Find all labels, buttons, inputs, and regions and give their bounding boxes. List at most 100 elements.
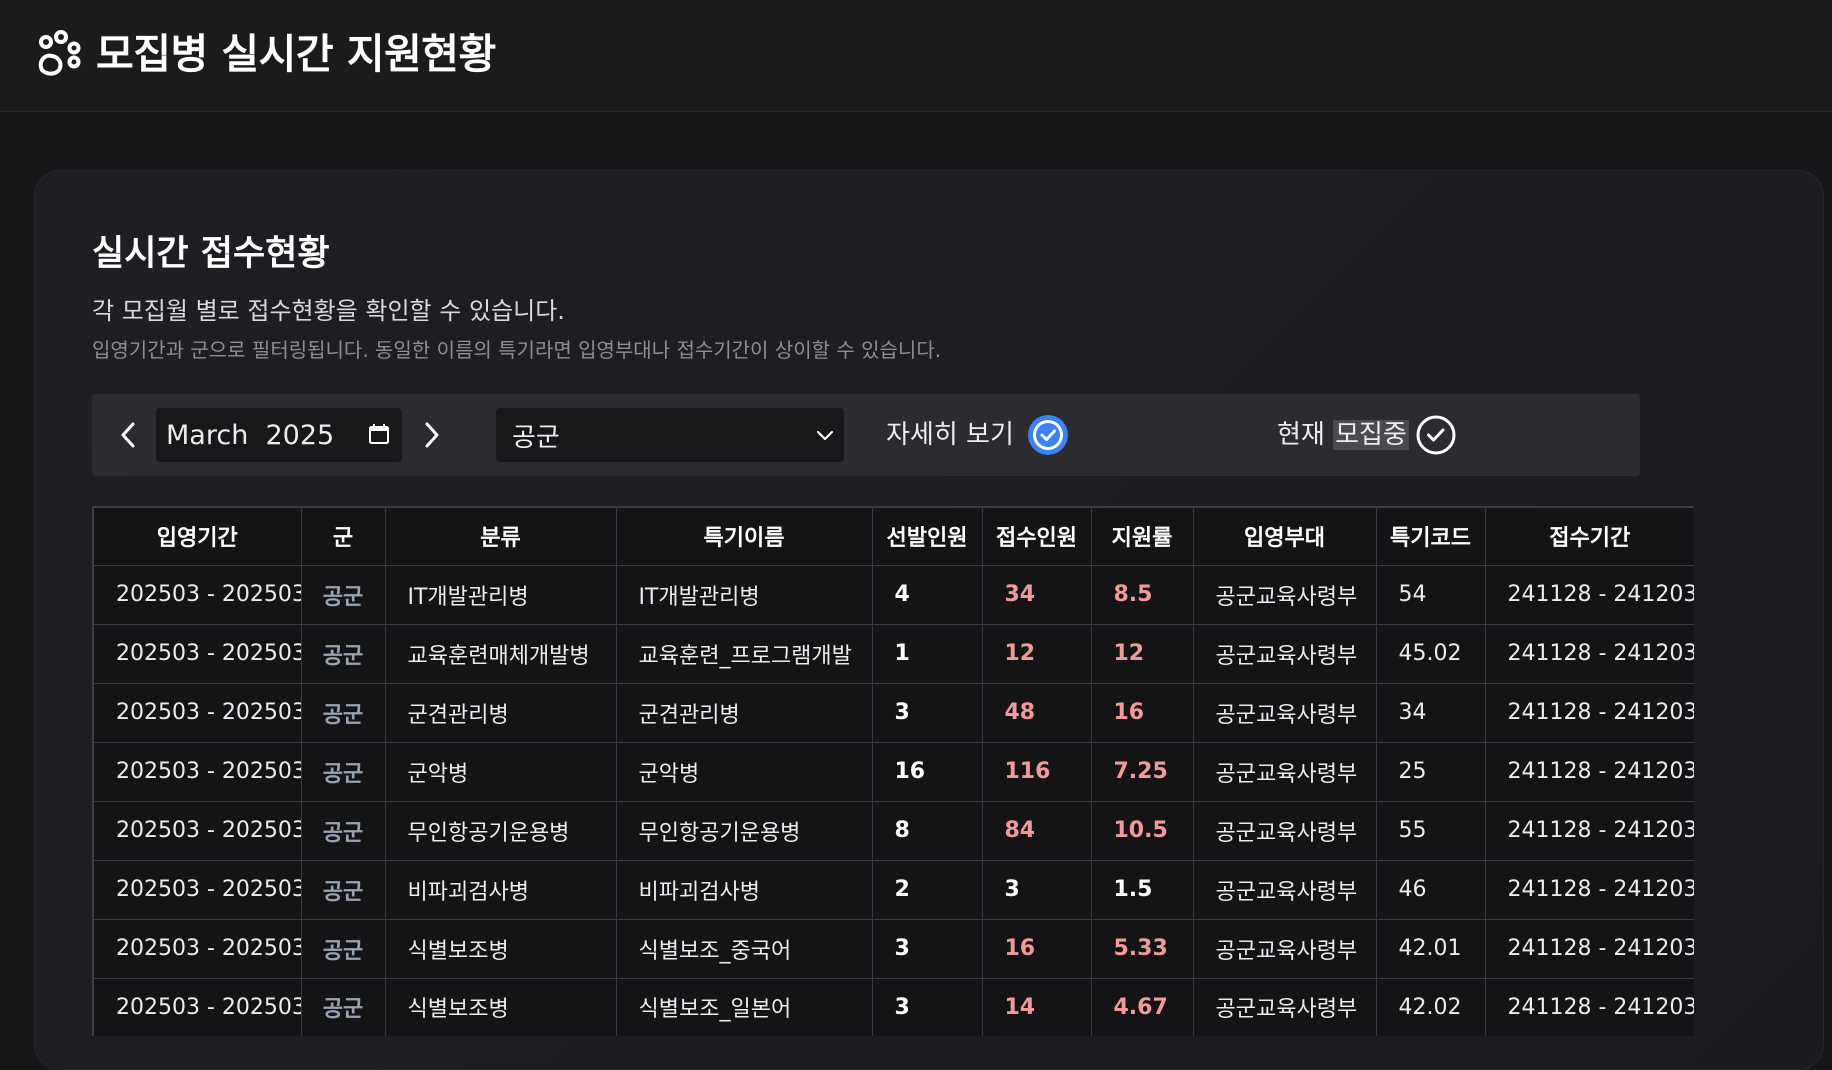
now-label-highlight: 모집중 [1333,420,1409,450]
month-input[interactable]: March 2025 [156,408,402,462]
column-header-specialty-name[interactable]: 특기이름 [615,506,873,566]
cell-specialty-name: 무인항공기운용병 [615,800,873,861]
cell-rate: 10.5 [1090,800,1194,861]
column-header-code[interactable]: 특기코드 [1375,506,1486,566]
cell-period: 202503 - 202503 [92,564,302,625]
cell-code: 46 [1375,859,1486,920]
cell-period: 202503 - 202503 [92,623,302,684]
cell-quota: 3 [871,918,983,979]
cell-specialty-name: 교육훈련_프로그램개발 [615,623,873,684]
next-month-button[interactable] [410,394,454,476]
column-header-applicants[interactable]: 접수인원 [981,506,1092,566]
cell-rate: 8.5 [1090,564,1194,625]
column-header-category[interactable]: 분류 [384,506,617,566]
cell-branch: 공군 [300,918,386,979]
table-row[interactable]: 202503 - 202503 공군 군악병 군악병 16 116 7.25 공군교육사령부 2… [92,741,1694,802]
cell-period: 202503 - 202503 [92,977,302,1036]
cell-specialty-name: IT개발관리병 [615,564,873,625]
column-header-rate[interactable]: 지원률 [1090,506,1194,566]
cell-unit: 공군교육사령부 [1192,859,1377,920]
cell-specialty-name: 군견관리병 [615,682,873,743]
branch-select[interactable]: 공군 [496,408,844,462]
cell-specialty-name: 식별보조_일본어 [615,977,873,1036]
cell-branch: 공군 [300,682,386,743]
cell-applicants: 14 [981,977,1092,1036]
cell-code: 42.01 [1375,918,1486,979]
cell-unit: 공군교육사령부 [1192,977,1377,1036]
cell-period: 202503 - 202503 [92,741,302,802]
cell-specialty-name: 군악병 [615,741,873,802]
cell-rate: 7.25 [1090,741,1194,802]
cell-applicants: 34 [981,564,1092,625]
cell-apply-period: 241128 - 241203 [1484,564,1694,625]
cell-category: 식별보조병 [384,977,617,1036]
table-row[interactable]: 202503 - 202503 공군 식별보조병 식별보조_일본어 3 14 4.67 공군교… [92,977,1694,1036]
cell-specialty-name: 비파괴검사병 [615,859,873,920]
cell-category: IT개발관리병 [384,564,617,625]
cell-apply-period: 241128 - 241203 [1484,741,1694,802]
chevron-right-icon [425,422,439,448]
cell-applicants: 16 [981,918,1092,979]
paw-icon [38,30,81,76]
column-header-unit[interactable]: 입영부대 [1192,506,1377,566]
cell-apply-period: 241128 - 241203 [1484,623,1694,684]
recruitment-table: 입영기간 군 분류 특기이름 선발인원 접수인원 지원률 입영부대 특기코드 접… [92,506,1694,1036]
cell-period: 202503 - 202503 [92,859,302,920]
table-row[interactable]: 202503 - 202503 공군 비파괴검사병 비파괴검사병 2 3 1.5 공군교육사령… [92,859,1694,920]
cell-code: 45.02 [1375,623,1486,684]
table-row[interactable]: 202503 - 202503 공군 무인항공기운용병 무인항공기운용병 8 84 10.5… [92,800,1694,861]
cell-applicants: 116 [981,741,1092,802]
cell-period: 202503 - 202503 [92,918,302,979]
cell-period: 202503 - 202503 [92,682,302,743]
cell-code: 42.02 [1375,977,1486,1036]
cell-applicants: 84 [981,800,1092,861]
cell-code: 54 [1375,564,1486,625]
cell-rate: 5.33 [1090,918,1194,979]
column-header-apply-period[interactable]: 접수기간 [1484,506,1694,566]
cell-apply-period: 241128 - 241203 [1484,682,1694,743]
detail-view-checkbox[interactable] [1026,413,1070,457]
cell-quota: 1 [871,623,983,684]
section-description: 각 모집월 별로 접수현황을 확인할 수 있습니다. [92,297,565,325]
cell-category: 교육훈련매체개발병 [384,623,617,684]
cell-apply-period: 241128 - 241203 [1484,800,1694,861]
column-header-branch[interactable]: 군 [300,506,386,566]
table-row[interactable]: 202503 - 202503 공군 식별보조병 식별보조_중국어 3 16 5.33 공군교… [92,918,1694,979]
chevron-down-icon [816,430,834,441]
cell-unit: 공군교육사령부 [1192,623,1377,684]
cell-unit: 공군교육사령부 [1192,918,1377,979]
cell-quota: 3 [871,977,983,1036]
cell-quota: 4 [871,564,983,625]
section-subdescription: 입영기간과 군으로 필터링됩니다. 동일한 이름의 특기라면 입영부대나 접수기… [92,338,942,362]
table-row[interactable]: 202503 - 202503 공군 교육훈련매체개발병 교육훈련_프로그램개발 1 12… [92,623,1694,684]
cell-rate: 16 [1090,682,1194,743]
table-row[interactable]: 202503 - 202503 공군 군견관리병 군견관리병 3 48 16 공군교육사령부 3… [92,682,1694,743]
prev-month-button[interactable] [106,394,150,476]
recruitment-table-container: 입영기간 군 분류 특기이름 선발인원 접수인원 지원률 입영부대 특기코드 접… [92,506,1694,1036]
cell-quota: 16 [871,741,983,802]
cell-category: 무인항공기운용병 [384,800,617,861]
filter-bar: March 2025 공군 자세히 보기 현재 모집중 [92,394,1640,476]
table-row[interactable]: 202503 - 202503 공군 IT개발관리병 IT개발관리병 4 34 8.5 공군교… [92,564,1694,625]
chevron-left-icon [121,422,135,448]
cell-code: 25 [1375,741,1486,802]
column-header-period[interactable]: 입영기간 [92,506,302,566]
cell-apply-period: 241128 - 241203 [1484,918,1694,979]
month-value: March 2025 [166,419,335,451]
now-label-prefix: 현재 [1277,420,1334,450]
now-recruiting-checkbox[interactable] [1414,413,1458,457]
cell-rate: 1.5 [1090,859,1194,920]
cell-unit: 공군교육사령부 [1192,564,1377,625]
section-title: 실시간 접수현황 [92,234,330,274]
cell-category: 군견관리병 [384,682,617,743]
cell-rate: 4.67 [1090,977,1194,1036]
cell-branch: 공군 [300,564,386,625]
cell-branch: 공군 [300,800,386,861]
calendar-icon[interactable] [368,423,390,445]
cell-specialty-name: 식별보조_중국어 [615,918,873,979]
column-header-quota[interactable]: 선발인원 [871,506,983,566]
cell-applicants: 12 [981,623,1092,684]
cell-code: 34 [1375,682,1486,743]
table-header-row: 입영기간 군 분류 특기이름 선발인원 접수인원 지원률 입영부대 특기코드 접… [92,506,1694,566]
cell-applicants: 48 [981,682,1092,743]
